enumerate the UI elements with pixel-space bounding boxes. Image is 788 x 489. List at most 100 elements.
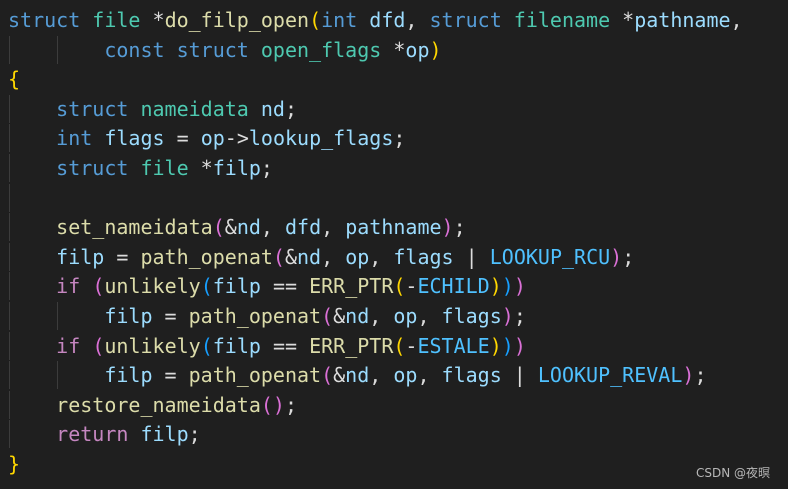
- code-line[interactable]: const struct open_flags *op): [0, 35, 788, 64]
- code-token: pathname: [345, 215, 442, 240]
- code-token: -: [405, 333, 418, 358]
- code-line[interactable]: struct file *filp;: [0, 154, 788, 182]
- code-token: file: [140, 156, 189, 180]
- code-token: ;: [284, 392, 298, 417]
- code-token: path_openat: [188, 304, 322, 328]
- code-token: file: [92, 8, 141, 32]
- code-token: ): [489, 333, 502, 358]
- code-token: filp: [56, 244, 105, 269]
- code-token: &: [284, 244, 298, 269]
- code-token: filp: [212, 156, 261, 180]
- code-token: struct: [429, 8, 502, 32]
- code-token: filp: [104, 304, 153, 328]
- code-token: ->: [224, 126, 249, 151]
- code-token: LOOKUP_REVAL: [537, 363, 683, 388]
- code-line[interactable]: if (unlikely(filp == ERR_PTR(-ECHILD))): [0, 272, 788, 301]
- code-token: ): [513, 333, 526, 358]
- code-token: ECHILD: [417, 274, 490, 299]
- code-line[interactable]: restore_nameidata();: [0, 390, 788, 419]
- code-token: struct: [56, 96, 129, 121]
- code-token: struct: [176, 37, 249, 62]
- code-token: op: [393, 363, 418, 388]
- code-text: }: [8, 450, 20, 478]
- code-token: ): [501, 274, 514, 299]
- code-text: if (unlikely(filp == ERR_PTR(-ESTALE))): [8, 332, 526, 360]
- code-editor[interactable]: struct file *do_filp_open(int dfd, struc…: [0, 0, 788, 489]
- code-line[interactable]: }: [0, 450, 788, 478]
- code-token: unlikely: [104, 333, 201, 358]
- code-token: lookup_flags: [248, 126, 394, 151]
- code-token: ): [489, 274, 502, 299]
- code-line[interactable]: struct nameidata nd;: [0, 94, 788, 123]
- code-token: (: [92, 274, 105, 299]
- code-line[interactable]: set_nameidata(&nd, dfd, pathname);: [0, 213, 788, 242]
- code-token: ESTALE: [417, 333, 490, 358]
- code-token: =: [164, 126, 201, 151]
- code-text: struct nameidata nd;: [8, 95, 297, 123]
- code-token: ,: [405, 8, 430, 32]
- code-line[interactable]: [0, 183, 788, 212]
- code-token: ;: [188, 422, 201, 447]
- code-token: ERR_PTR: [309, 333, 394, 358]
- code-token: open_flags: [260, 37, 382, 62]
- code-token: (: [309, 8, 322, 32]
- code-token: ERR_PTR: [309, 274, 394, 299]
- code-token: flags: [441, 363, 502, 388]
- code-token: =: [104, 244, 141, 269]
- code-token: ): [513, 274, 526, 299]
- code-token: ;: [622, 244, 635, 269]
- code-token: (: [200, 333, 213, 358]
- code-token: {: [8, 67, 21, 92]
- code-token: ;: [260, 156, 273, 180]
- code-text: {: [8, 65, 20, 93]
- code-token: (: [92, 333, 105, 358]
- code-token: (: [272, 244, 285, 269]
- code-token: (: [393, 333, 406, 358]
- code-line[interactable]: int flags = op->lookup_flags;: [0, 124, 788, 153]
- code-token: ;: [453, 215, 466, 240]
- code-text: filp = path_openat(&nd, op, flags);: [8, 302, 526, 330]
- code-token: }: [8, 452, 21, 476]
- code-line[interactable]: filp = path_openat(&nd, op, flags | LOOK…: [0, 361, 788, 390]
- code-line[interactable]: filp = path_openat(&nd, op, flags | LOOK…: [0, 242, 788, 271]
- code-token: flags: [441, 304, 502, 328]
- code-text: return filp;: [8, 420, 201, 448]
- code-token: filp: [104, 363, 153, 388]
- code-token: -: [405, 274, 418, 299]
- code-token: ): [272, 392, 285, 417]
- code-line[interactable]: if (unlikely(filp == ERR_PTR(-ESTALE))): [0, 331, 788, 360]
- code-text: filp = path_openat(&nd, op, flags | LOOK…: [8, 361, 706, 389]
- code-token: (: [393, 274, 406, 299]
- code-line[interactable]: {: [0, 65, 788, 93]
- code-text: struct file *do_filp_open(int dfd, struc…: [8, 6, 743, 34]
- code-token: |: [453, 244, 490, 269]
- code-token: flags: [104, 126, 165, 151]
- code-token: struct: [8, 8, 81, 32]
- code-token: return: [56, 422, 129, 447]
- code-token: dfd: [369, 8, 406, 32]
- code-text: struct file *filp;: [8, 154, 273, 182]
- code-token: ,: [417, 304, 442, 328]
- code-line[interactable]: struct file *do_filp_open(int dfd, struc…: [0, 6, 788, 34]
- code-token: filename: [513, 8, 611, 32]
- code-text: set_nameidata(&nd, dfd, pathname);: [8, 213, 466, 241]
- code-line[interactable]: filp = path_openat(&nd, op, flags);: [0, 302, 788, 330]
- code-token: pathname: [634, 8, 731, 32]
- code-token: ,: [260, 215, 285, 240]
- code-token: ==: [260, 333, 310, 358]
- code-line[interactable]: return filp;: [0, 420, 788, 449]
- code-token: ,: [321, 215, 346, 240]
